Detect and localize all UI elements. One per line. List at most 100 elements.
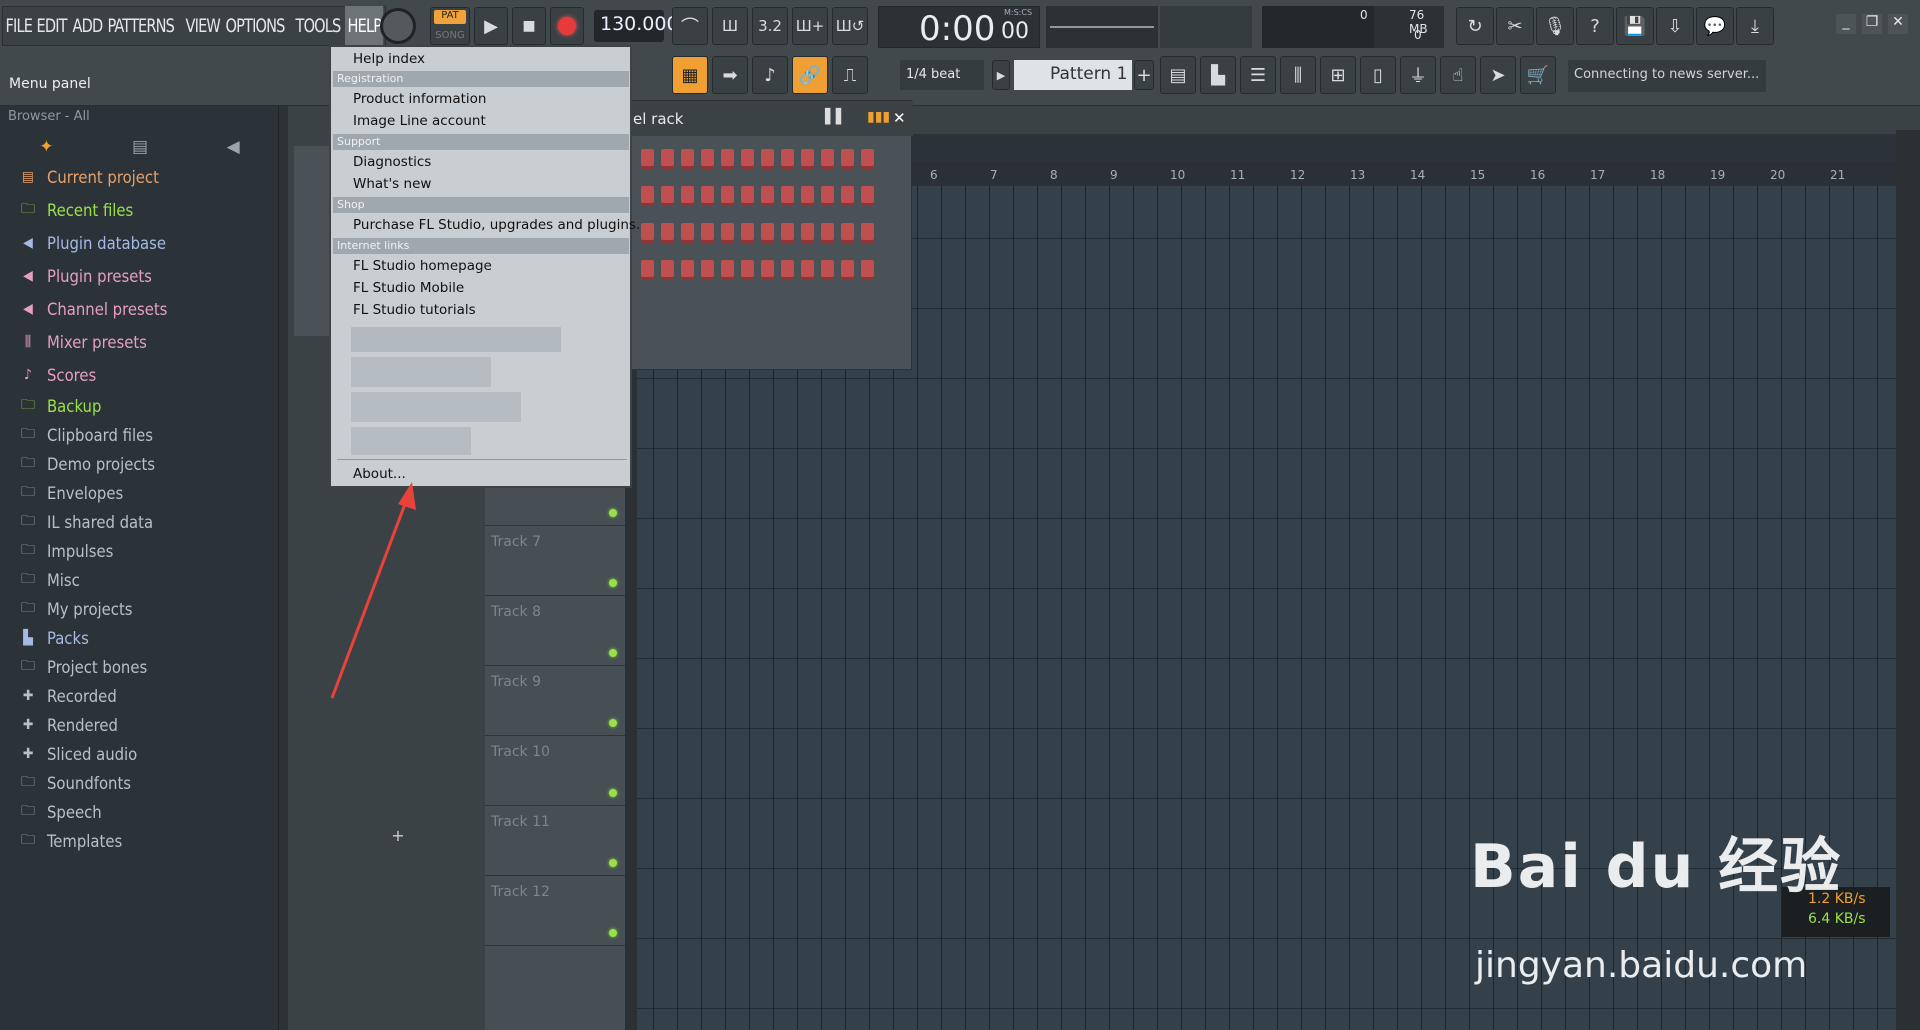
- browser-tab-files-icon[interactable]: ▤: [132, 137, 148, 157]
- step-button[interactable]: [821, 149, 834, 169]
- record-audio-button[interactable]: 🎙: [1536, 7, 1574, 45]
- browser-item[interactable]: ◀ Plugin database: [18, 231, 166, 255]
- step-button[interactable]: [861, 260, 874, 280]
- browser-item[interactable]: 🗀 Recent files: [18, 198, 133, 222]
- vertical-scrollbar[interactable]: [1896, 130, 1920, 1030]
- browser-item[interactable]: 🗀 Templates: [18, 829, 122, 853]
- menu-purchase[interactable]: Purchase FL Studio, upgrades and plugins…: [353, 215, 640, 235]
- step-button[interactable]: [801, 260, 814, 280]
- step-button[interactable]: [641, 186, 654, 206]
- master-volume-knob[interactable]: [380, 8, 416, 44]
- link-button[interactable]: 🔗: [792, 56, 828, 94]
- piano-roll-button[interactable]: ▙: [1200, 56, 1236, 94]
- browser-tab-sound-icon[interactable]: ◀: [227, 137, 240, 157]
- step-button[interactable]: [681, 260, 694, 280]
- step-button[interactable]: [781, 186, 794, 206]
- add-pattern-button[interactable]: +: [1134, 60, 1154, 90]
- track-led-icon[interactable]: [609, 649, 617, 657]
- touch-controller-button[interactable]: ☝: [1440, 56, 1476, 94]
- menu-help-index[interactable]: Help index: [353, 49, 425, 69]
- send-button[interactable]: ➤: [1480, 56, 1516, 94]
- next-button[interactable]: ➡: [712, 56, 748, 94]
- browser-item[interactable]: ♪ Scores: [18, 363, 96, 387]
- step-button[interactable]: [721, 186, 734, 206]
- track-led-icon[interactable]: [609, 789, 617, 797]
- menu-options[interactable]: OPTIONS: [223, 6, 287, 46]
- track-header[interactable]: Track 11: [485, 806, 625, 876]
- track-led-icon[interactable]: [609, 719, 617, 727]
- track-header[interactable]: Track 12: [485, 876, 625, 946]
- project-browser-button[interactable]: ▯: [1360, 56, 1396, 94]
- pat-song-toggle[interactable]: PAT SONG: [430, 7, 470, 45]
- plugin-picker-button[interactable]: ⊞: [1320, 56, 1356, 94]
- track-header[interactable]: Track 7: [485, 526, 625, 596]
- browser-item[interactable]: 🗀 Speech: [18, 800, 102, 824]
- wait-input-button[interactable]: Ш: [712, 7, 748, 45]
- browser-item[interactable]: ✚ Rendered: [18, 713, 118, 737]
- step-button[interactable]: [741, 223, 754, 243]
- loop-record-button[interactable]: Ш↺: [832, 7, 868, 45]
- step-button[interactable]: [741, 186, 754, 206]
- track-led-icon[interactable]: [609, 579, 617, 587]
- close-icon[interactable]: ✕: [1888, 14, 1908, 34]
- track-led-icon[interactable]: [609, 859, 617, 867]
- playlist-window-button[interactable]: ▤: [1160, 56, 1196, 94]
- step-edit-button[interactable]: Ш+: [792, 7, 828, 45]
- export-button[interactable]: ⇩: [1656, 7, 1694, 45]
- menu-fl-homepage[interactable]: FL Studio homepage: [353, 256, 492, 276]
- menu-fl-tutorials[interactable]: FL Studio tutorials: [353, 300, 476, 320]
- step-button[interactable]: [701, 260, 714, 280]
- step-button[interactable]: [801, 223, 814, 243]
- cut-button[interactable]: ✂: [1496, 7, 1534, 45]
- track-led-icon[interactable]: [609, 509, 617, 517]
- step-button[interactable]: [861, 186, 874, 206]
- help-button[interactable]: ?: [1576, 7, 1614, 45]
- plugin-db-button[interactable]: ⏚: [1400, 56, 1436, 94]
- add-channel-button[interactable]: +: [308, 826, 488, 846]
- step-button[interactable]: [721, 260, 734, 280]
- browser-item[interactable]: 🗀 IL shared data: [18, 510, 153, 534]
- news-ticker[interactable]: Connecting to news server...: [1568, 60, 1766, 92]
- chat-button[interactable]: 💬: [1696, 7, 1734, 45]
- browser-item[interactable]: 🗀 Project bones: [18, 655, 147, 679]
- menu-diagnostics[interactable]: Diagnostics: [353, 152, 431, 172]
- step-button[interactable]: [721, 223, 734, 243]
- step-button[interactable]: [741, 149, 754, 169]
- step-button[interactable]: [761, 260, 774, 280]
- step-button[interactable]: [681, 223, 694, 243]
- step-button[interactable]: [861, 149, 874, 169]
- step-button[interactable]: [821, 186, 834, 206]
- menu-view[interactable]: VIEW: [183, 6, 222, 46]
- browser-tab-all-icon[interactable]: ✦: [39, 137, 53, 157]
- browser-item[interactable]: 🗀 Clipboard files: [18, 423, 153, 447]
- track-header[interactable]: Track 8: [485, 596, 625, 666]
- stop-button[interactable]: ■: [512, 7, 546, 45]
- playlist-button[interactable]: ▦: [672, 56, 708, 94]
- menu-tools[interactable]: TOOLS: [293, 6, 343, 46]
- browser-item[interactable]: 🗀 Soundfonts: [18, 771, 131, 795]
- browser-item[interactable]: 🗀 My projects: [18, 597, 133, 621]
- browser-item[interactable]: 🗀 Backup: [18, 394, 101, 418]
- step-button[interactable]: [641, 260, 654, 280]
- step-button[interactable]: [661, 260, 674, 280]
- undo-history-button[interactable]: ↻: [1456, 7, 1494, 45]
- play-button[interactable]: ▶: [474, 7, 508, 45]
- step-button[interactable]: [781, 260, 794, 280]
- step-button[interactable]: [701, 149, 714, 169]
- track-header[interactable]: Track 10: [485, 736, 625, 806]
- step-button[interactable]: [761, 223, 774, 243]
- graph-icon[interactable]: ▌▌: [825, 109, 847, 125]
- browser-item[interactable]: ⫼ Mixer presets: [18, 330, 147, 354]
- menu-patterns[interactable]: PATTERNS: [105, 6, 177, 46]
- menu-help[interactable]: HELP: [345, 6, 385, 46]
- step-button[interactable]: [801, 149, 814, 169]
- browser-item[interactable]: 🗀 Impulses: [18, 539, 113, 563]
- time-display[interactable]: 0:00 00 M:S:CS: [878, 6, 1040, 49]
- countdown-button[interactable]: 3.2: [752, 7, 788, 45]
- save-button[interactable]: 💾: [1616, 7, 1654, 45]
- snap-selector[interactable]: 1/4 beat: [900, 60, 984, 90]
- browser-item[interactable]: ▙ Packs: [18, 626, 89, 650]
- step-button[interactable]: [861, 223, 874, 243]
- step-button[interactable]: [661, 186, 674, 206]
- browser-item[interactable]: 🗀 Demo projects: [18, 452, 155, 476]
